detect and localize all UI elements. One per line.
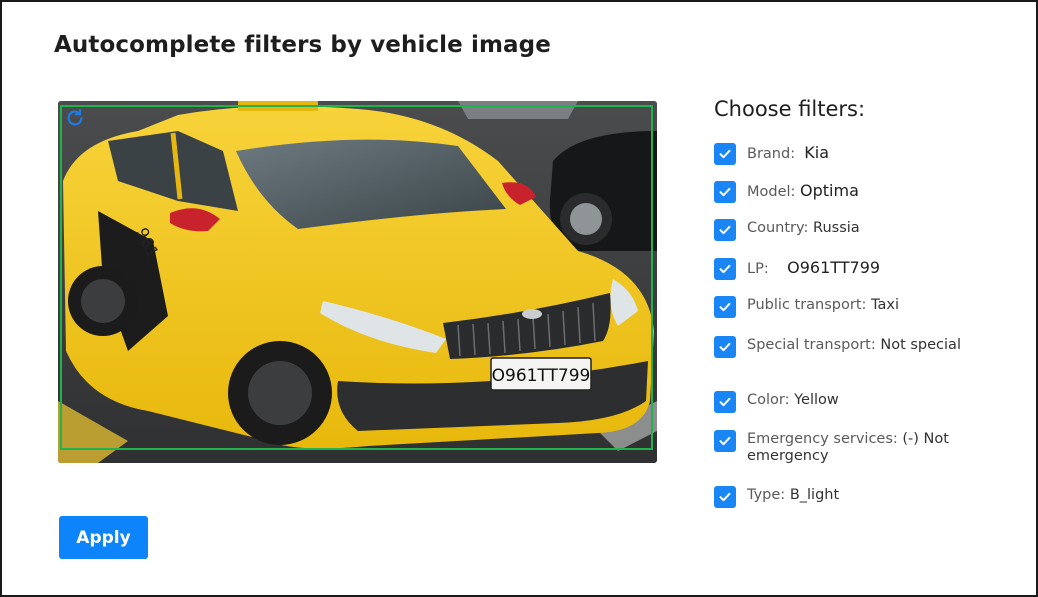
checkbox-checked-icon[interactable] (714, 296, 736, 318)
filter-special-transport[interactable]: Special transport: Not special (714, 336, 962, 358)
filter-label: Type: (747, 487, 786, 503)
filter-label: Brand: (747, 146, 796, 162)
apply-button[interactable]: Apply (59, 516, 148, 559)
filter-label: Model: (747, 184, 796, 200)
filter-value: Russia (813, 220, 860, 236)
license-plate-text: O961TT799 (492, 366, 591, 386)
filter-country[interactable]: Country: Russia (714, 219, 962, 241)
filter-label: Color: (747, 392, 790, 408)
filter-emergency-services[interactable]: Emergency services: (-) Not emergency (714, 430, 962, 465)
filter-value: Taxi (871, 297, 899, 313)
filter-label: Emergency services: (747, 431, 898, 447)
checkbox-checked-icon[interactable] (714, 258, 736, 280)
dialog-title: Autocomplete filters by vehicle image (54, 32, 551, 58)
filter-value: B_light (789, 487, 840, 503)
checkbox-checked-icon[interactable] (714, 336, 736, 358)
rotate-icon[interactable] (64, 107, 86, 129)
filter-dialog: Autocomplete filters by vehicle image O9… (0, 0, 1038, 597)
filter-color[interactable]: Color: Yellow (714, 391, 962, 413)
filters-title: Choose filters: (714, 97, 866, 121)
vehicle-illustration: O961TT799 961 (58, 101, 657, 463)
filter-license-plate[interactable]: LP: O961TT799 (714, 258, 962, 280)
filter-value: Optima (800, 181, 859, 200)
checkbox-checked-icon[interactable] (714, 219, 736, 241)
checkbox-checked-icon[interactable] (714, 430, 736, 452)
filter-value: Not special (880, 337, 961, 353)
filter-brand[interactable]: Brand: Kia (714, 143, 962, 165)
filter-value: Kia (804, 143, 830, 162)
filter-label: Public transport: (747, 297, 867, 313)
filter-value: Yellow (794, 392, 839, 408)
checkbox-checked-icon[interactable] (714, 391, 736, 413)
filter-label: LP: (747, 261, 769, 277)
filter-value: O961TT799 (787, 258, 881, 277)
checkbox-checked-icon[interactable] (714, 143, 736, 165)
vehicle-image: O961TT799 961 (58, 101, 657, 463)
filter-label: Special transport: (747, 337, 876, 353)
checkbox-checked-icon[interactable] (714, 181, 736, 203)
filter-label: Country: (747, 220, 809, 236)
filter-model[interactable]: Model: Optima (714, 181, 962, 203)
checkbox-checked-icon[interactable] (714, 486, 736, 508)
filter-type[interactable]: Type: B_light (714, 486, 962, 508)
filter-public-transport[interactable]: Public transport: Taxi (714, 296, 962, 318)
